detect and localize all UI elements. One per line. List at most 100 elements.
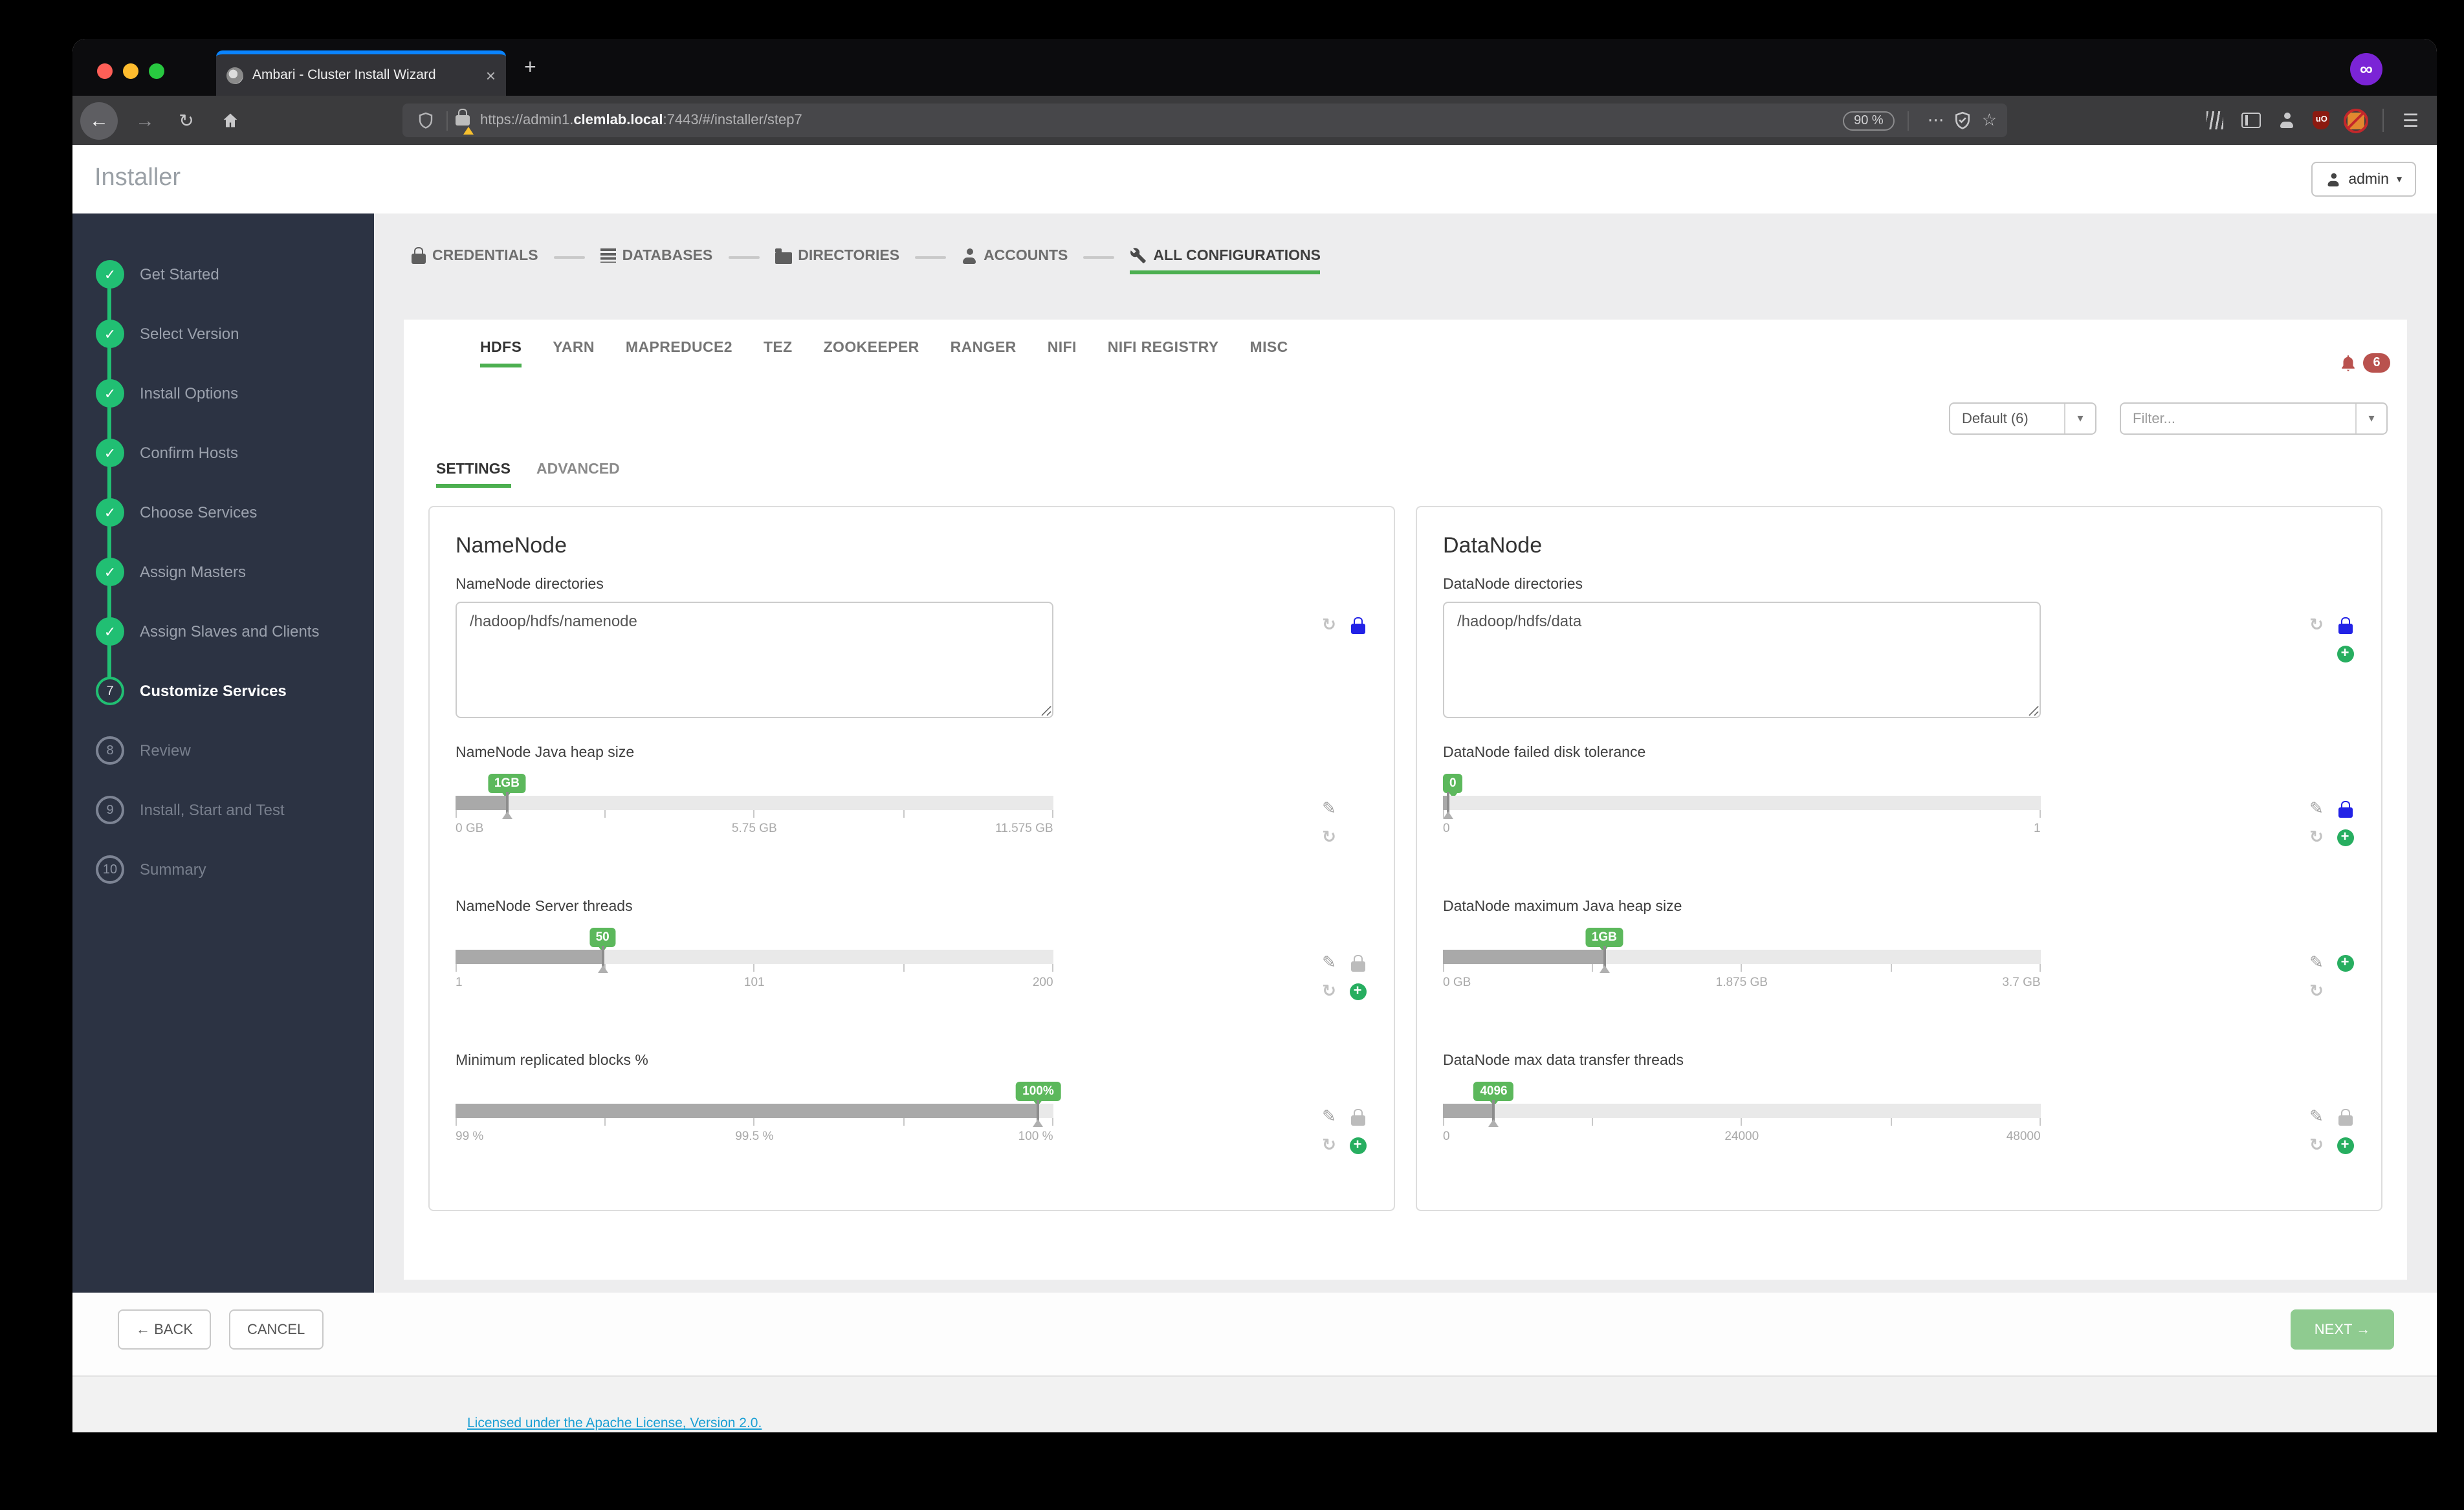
service-tab-tez[interactable]: TEZ [764, 340, 793, 367]
close-window-button[interactable] [97, 63, 113, 79]
lock-icon[interactable] [1347, 952, 1368, 973]
filter-input[interactable]: Filter... ▾ [2120, 402, 2388, 435]
final-lock-icon[interactable] [2335, 798, 2355, 819]
edit-icon[interactable]: ✎ [1319, 952, 1339, 973]
add-override-icon[interactable]: + [1347, 1135, 1368, 1155]
chevron-down-icon[interactable]: ▾ [2064, 404, 2095, 433]
home-icon[interactable] [215, 96, 246, 145]
sidebar-step-install-options[interactable]: ✓Install Options [72, 364, 374, 423]
shield-icon[interactable] [418, 111, 434, 129]
user-menu-button[interactable]: admin ▾ [2311, 162, 2416, 197]
sidebar-toggle-icon[interactable] [2242, 113, 2261, 128]
service-tab-ranger[interactable]: RANGER [951, 340, 1017, 367]
undo-icon[interactable]: ↻ [2306, 1135, 2327, 1155]
new-tab-button[interactable]: + [524, 57, 536, 80]
sidebar-step-assign-masters[interactable]: ✓Assign Masters [72, 542, 374, 602]
back-icon[interactable]: ← [80, 102, 118, 139]
undo-icon[interactable]: ↻ [2306, 827, 2327, 848]
bookmark-star-icon[interactable]: ☆ [1982, 110, 1997, 131]
more-icon[interactable]: ⋯ [1928, 110, 1944, 131]
sidebar-step-summary[interactable]: 10Summary [72, 840, 374, 899]
final-lock-icon[interactable] [1347, 615, 1368, 635]
sidebar-step-get-started[interactable]: ✓Get Started [72, 245, 374, 304]
account-icon[interactable] [2280, 113, 2295, 128]
add-override-icon[interactable]: + [2335, 643, 2355, 664]
slider-tick [1592, 964, 1593, 972]
add-override-icon[interactable]: + [2335, 1135, 2355, 1155]
chevron-down-icon[interactable]: ▾ [2355, 404, 2386, 433]
next-button[interactable]: NEXT → [2291, 1309, 2394, 1350]
lock-icon[interactable] [2335, 1106, 2355, 1127]
fullscreen-window-button[interactable] [149, 63, 164, 79]
wizard-nav-accounts[interactable]: ACCOUNTS [962, 248, 1068, 274]
edit-icon[interactable]: ✎ [1319, 798, 1339, 819]
service-tab-nifi-registry[interactable]: NIFI REGISTRY [1108, 340, 1219, 367]
undo-icon[interactable]: ↻ [2306, 615, 2327, 635]
sidebar-step-select-version[interactable]: ✓Select Version [72, 304, 374, 364]
edit-icon[interactable]: ✎ [1319, 1106, 1339, 1127]
tab-close-icon[interactable]: × [486, 65, 496, 85]
tab-advanced[interactable]: ADVANCED [536, 462, 620, 488]
sidebar-step-install-start-and-test[interactable]: 9Install, Start and Test [72, 780, 374, 840]
sidebar-step-review[interactable]: 8Review [72, 721, 374, 780]
edit-icon[interactable]: ✎ [2306, 952, 2327, 973]
lock-warning-icon[interactable] [456, 109, 470, 132]
menu-icon[interactable]: ☰ [2403, 109, 2419, 131]
slider-track[interactable] [456, 1104, 1053, 1118]
final-lock-icon[interactable] [2335, 615, 2355, 635]
slider-track[interactable] [456, 796, 1053, 810]
service-tab-mapreduce2[interactable]: MAPREDUCE2 [626, 340, 732, 367]
service-tab-zookeeper[interactable]: ZOOKEEPER [824, 340, 919, 367]
license-link[interactable]: Licensed under the Apache License, Versi… [467, 1416, 762, 1431]
tab-settings[interactable]: SETTINGS [436, 462, 511, 488]
wizard-nav-all-configurations[interactable]: ALL CONFIGURATIONS [1130, 247, 1321, 274]
add-override-icon[interactable]: + [2335, 827, 2355, 848]
extension-disabled-icon[interactable] [2348, 112, 2365, 129]
back-button[interactable]: ← BACK [118, 1309, 211, 1350]
undo-icon[interactable]: ↻ [1319, 827, 1339, 848]
slider-track[interactable] [1443, 796, 2041, 810]
service-tab-misc[interactable]: MISC [1250, 340, 1288, 367]
sidebar-step-confirm-hosts[interactable]: ✓Confirm Hosts [72, 423, 374, 483]
wizard-nav-databases[interactable]: DATABASES [600, 248, 713, 274]
url-text[interactable]: https://admin1.clemlab.local:7443/#/inst… [480, 113, 802, 128]
undo-icon[interactable]: ↻ [1319, 615, 1339, 635]
config-group-select[interactable]: Default (6) ▾ [1949, 402, 2096, 435]
slider-fill [456, 950, 602, 964]
url-bar[interactable]: https://admin1.clemlab.local:7443/#/inst… [402, 104, 2007, 137]
sidebar-step-customize-services[interactable]: 7Customize Services [72, 661, 374, 721]
lock-icon[interactable] [1347, 1106, 1368, 1127]
edit-icon[interactable]: ✎ [2306, 798, 2327, 819]
add-override-icon[interactable]: + [1347, 981, 1368, 1001]
slider-track[interactable] [456, 950, 1053, 964]
empty-cell [1319, 643, 1339, 664]
directories-textarea[interactable]: /hadoop/hdfs/data [1443, 602, 2041, 718]
slider-track[interactable] [1443, 1104, 2041, 1118]
library-icon[interactable] [2207, 111, 2224, 129]
slider-track[interactable] [1443, 950, 2041, 964]
forward-icon[interactable]: → [129, 96, 160, 145]
minimize-window-button[interactable] [123, 63, 138, 79]
directories-textarea[interactable]: /hadoop/hdfs/namenode [456, 602, 1053, 718]
undo-icon[interactable]: ↻ [1319, 981, 1339, 1001]
browser-tab[interactable]: Ambari - Cluster Install Wizard × [216, 50, 506, 96]
sidebar-step-choose-services[interactable]: ✓Choose Services [72, 483, 374, 542]
ublock-icon[interactable]: uO [2313, 111, 2330, 129]
wizard-nav-directories[interactable]: DIRECTORIES [775, 248, 899, 274]
undo-icon[interactable]: ↻ [2306, 981, 2327, 1001]
edit-icon[interactable]: ✎ [2306, 1106, 2327, 1127]
add-override-icon[interactable]: + [2335, 952, 2355, 973]
alerts-indicator[interactable]: 6 [2338, 353, 2390, 373]
zoom-indicator[interactable]: 90 % [1842, 111, 1895, 130]
sidebar-step-assign-slaves-and-clients[interactable]: ✓Assign Slaves and Clients [72, 602, 374, 661]
service-tab-yarn[interactable]: YARN [553, 340, 595, 367]
service-tab-hdfs[interactable]: HDFS [480, 340, 522, 367]
service-tab-nifi[interactable]: NIFI [1048, 340, 1077, 367]
wizard-nav-credentials[interactable]: CREDENTIALS [412, 247, 538, 274]
slider-handle-pointer [1442, 811, 1453, 819]
tracking-protection-icon[interactable] [1955, 111, 1972, 129]
reload-icon[interactable]: ↻ [171, 96, 202, 145]
cancel-button[interactable]: CANCEL [229, 1309, 323, 1350]
browser-titlebar: Ambari - Cluster Install Wizard × + ∞ [72, 39, 2437, 96]
undo-icon[interactable]: ↻ [1319, 1135, 1339, 1155]
